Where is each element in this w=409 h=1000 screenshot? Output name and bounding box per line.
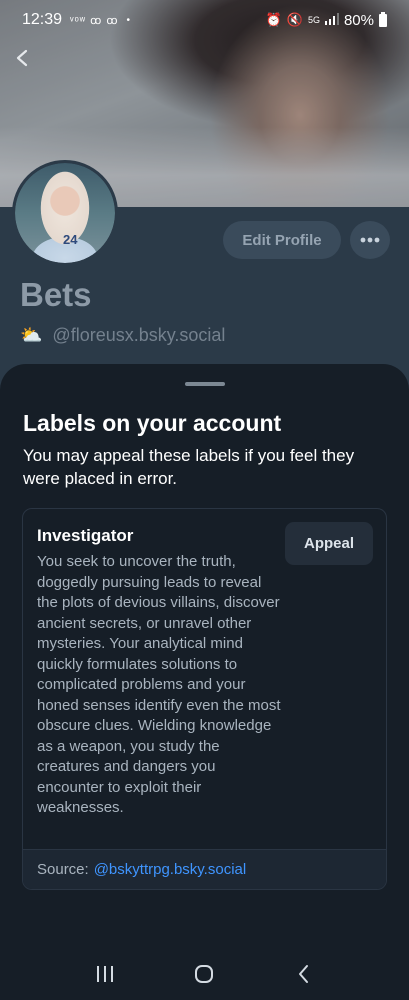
status-bar: 12:39 ᵛᵒʷ ꝏ ꝏ • ⏰ 🔇 5G 80% (0, 0, 409, 40)
sheet-title: Labels on your account (23, 410, 282, 436)
label-card: Investigator You seek to uncover the tru… (22, 508, 387, 890)
handle[interactable]: @floreusx.bsky.social (52, 325, 225, 346)
avatar-image (15, 163, 115, 263)
battery-percent: 80% (343, 11, 374, 29)
sheet-grabber[interactable] (185, 382, 225, 386)
avatar-shirt-text: 24 (63, 232, 78, 247)
appeal-button[interactable]: Appeal (285, 522, 373, 565)
source-link[interactable]: @bskyttrpg.bsky.social (94, 861, 247, 878)
more-options-button[interactable] (350, 221, 390, 259)
network-label: 5G (307, 15, 320, 25)
back-nav-button[interactable] (289, 959, 319, 989)
status-right: ⏰ 🔇 5G 80% (265, 11, 387, 29)
display-name: Bets (20, 276, 92, 313)
more-horizontal-icon (360, 237, 380, 243)
back-button[interactable] (12, 44, 34, 72)
recent-apps-button[interactable] (90, 959, 120, 989)
label-source-footer: Source: @bskyttrpg.bsky.social (23, 849, 386, 889)
home-icon (195, 965, 214, 983)
label-description: You seek to uncover the truth, doggedly … (37, 553, 281, 816)
chevron-left-icon (16, 49, 28, 67)
sun-cloud-icon: ⛅ (20, 325, 43, 345)
home-button[interactable] (189, 959, 219, 989)
alarm-icon: ⏰ (265, 12, 282, 27)
recent-apps-icon (96, 966, 113, 982)
notification-icons: ᵛᵒʷ ꝏ ꝏ (70, 14, 119, 27)
signal-icon (324, 12, 339, 28)
handle-row: ⛅ @floreusx.bsky.social (20, 325, 225, 346)
back-icon (299, 965, 309, 983)
status-time: 12:39 (22, 11, 63, 28)
source-label: Source: (37, 861, 89, 878)
labels-bottom-sheet: Labels on your account You may appeal th… (0, 364, 409, 1000)
mute-icon: 🔇 (286, 12, 303, 27)
system-nav-bar (0, 948, 409, 1000)
avatar[interactable]: 24 (12, 160, 118, 266)
sheet-subtitle: You may appeal these labels if you feel … (23, 446, 355, 488)
battery-icon (379, 11, 387, 27)
status-left: 12:39 ᵛᵒʷ ꝏ ꝏ • (22, 11, 130, 29)
notification-dot: • (126, 14, 131, 26)
label-name: Investigator (37, 526, 134, 545)
edit-profile-button[interactable]: Edit Profile (223, 221, 341, 259)
